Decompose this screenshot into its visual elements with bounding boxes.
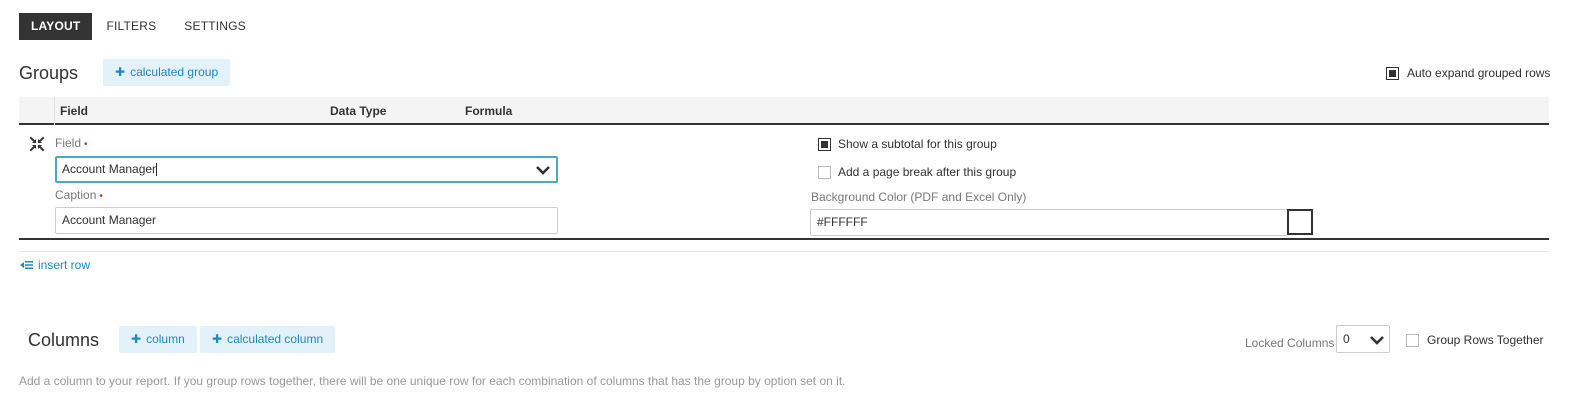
- add-column-label: column: [146, 332, 185, 346]
- groups-title: Groups: [19, 63, 79, 83]
- add-calculated-column-label: calculated column: [227, 332, 324, 346]
- groups-table-header: Field Data Type Formula: [19, 97, 1549, 125]
- required-marker: •: [99, 191, 103, 202]
- handle-column-header: [19, 97, 55, 125]
- insert-row-label: insert row: [38, 258, 91, 272]
- field-select[interactable]: Account Manager: [55, 156, 558, 183]
- columns-hint: Add a column to your report. If you grou…: [19, 374, 846, 388]
- group-rows-option[interactable]: Group Rows Together: [1406, 333, 1544, 347]
- pagebreak-option[interactable]: Add a page break after this group: [818, 165, 1016, 179]
- field-label-text: Field: [55, 136, 82, 150]
- required-marker: •: [84, 139, 88, 150]
- text-cursor: [156, 163, 158, 176]
- plus-icon: ✚: [212, 332, 223, 346]
- insert-row-link[interactable]: insert row: [20, 258, 90, 272]
- field-label: Field •: [55, 136, 88, 150]
- subtotal-checkbox[interactable]: [818, 137, 831, 151]
- caption-label-text: Caption: [55, 188, 97, 202]
- caption-label: Caption •: [55, 188, 103, 202]
- subtotal-label: Show a subtotal for this group: [838, 137, 997, 151]
- color-swatch[interactable]: [1287, 209, 1313, 235]
- chevron-down-icon: [1370, 336, 1384, 345]
- group-rows-checkbox[interactable]: [1406, 333, 1419, 347]
- add-calculated-column-button[interactable]: ✚ calculated column: [200, 326, 336, 353]
- bg-color-label: Background Color (PDF and Excel Only): [811, 190, 1027, 204]
- caption-input[interactable]: Account Manager: [55, 207, 558, 234]
- locked-columns-value: 0: [1343, 332, 1350, 346]
- add-column-button[interactable]: ✚ column: [119, 326, 197, 353]
- header-formula: Formula: [465, 104, 513, 118]
- insert-row-icon: [20, 261, 33, 269]
- locked-columns-label: Locked Columns: [1245, 336, 1335, 350]
- plus-icon: ✚: [131, 332, 142, 346]
- tab-bar: LAYOUT FILTERS SETTINGS: [19, 13, 260, 40]
- field-select-value: Account Manager: [62, 162, 157, 176]
- plus-icon: ✚: [115, 65, 126, 79]
- subtotal-option[interactable]: Show a subtotal for this group: [818, 137, 997, 151]
- add-calculated-group-button[interactable]: ✚ calculated group: [103, 59, 231, 86]
- add-calculated-group-label: calculated group: [130, 65, 219, 79]
- bg-color-input[interactable]: #FFFFFF: [810, 209, 1288, 236]
- group-row-spacer: [19, 241, 1549, 252]
- tab-filters[interactable]: FILTERS: [92, 13, 170, 40]
- tab-settings[interactable]: SETTINGS: [170, 13, 260, 40]
- locked-columns-select[interactable]: 0: [1336, 325, 1390, 353]
- collapse-arrows-icon[interactable]: [29, 136, 45, 152]
- tab-layout[interactable]: LAYOUT: [19, 13, 93, 40]
- header-field: Field: [60, 104, 89, 118]
- pagebreak-label: Add a page break after this group: [838, 165, 1017, 179]
- columns-title: Columns: [28, 330, 100, 350]
- auto-expand-checkbox[interactable]: [1386, 66, 1399, 80]
- group-rows-label: Group Rows Together: [1427, 333, 1544, 347]
- auto-expand-label: Auto expand grouped rows: [1407, 66, 1551, 80]
- auto-expand-option[interactable]: Auto expand grouped rows: [1386, 66, 1550, 80]
- pagebreak-checkbox[interactable]: [818, 165, 831, 179]
- header-data-type: Data Type: [330, 104, 387, 118]
- chevron-down-icon: [536, 166, 550, 175]
